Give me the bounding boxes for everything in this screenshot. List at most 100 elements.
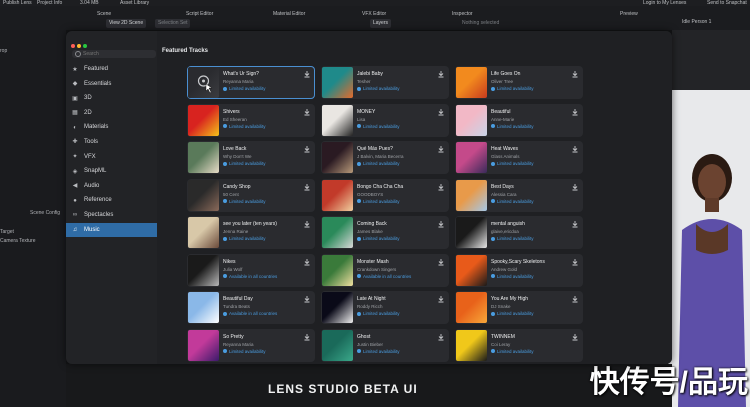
search-input[interactable] bbox=[72, 50, 156, 58]
track-card[interactable]: Coming Back James Blake Limited availabili… bbox=[321, 216, 449, 249]
script-editor-tab[interactable]: Script Editor bbox=[186, 11, 213, 17]
sidebar-item-vfx[interactable]: ✦ VFX bbox=[66, 150, 157, 165]
globe-icon bbox=[357, 274, 361, 278]
track-card[interactable]: TWINNEM Coi Leray Limited availability bbox=[455, 328, 583, 362]
track-artist: Andrew Gold bbox=[491, 266, 518, 272]
resource-item-camera-texture[interactable]: Camera Texture bbox=[0, 238, 35, 244]
download-icon[interactable] bbox=[571, 258, 579, 266]
track-title: Best Days bbox=[491, 183, 514, 190]
track-card[interactable]: Qué Más Pues? J Balvin, Maria Becerra Limi… bbox=[321, 141, 449, 174]
download-icon[interactable] bbox=[571, 333, 579, 341]
materials-icon: ◐ bbox=[73, 124, 77, 131]
track-card[interactable]: Monster Mash Crankdown Singers Available i… bbox=[321, 253, 449, 287]
download-icon[interactable] bbox=[437, 333, 445, 341]
download-icon[interactable] bbox=[571, 183, 579, 191]
sidebar-item-featured[interactable]: ★ Featured bbox=[66, 62, 157, 77]
track-card[interactable]: MONEY Lisa Limited availability bbox=[321, 103, 449, 137]
availability-status: Limited availability bbox=[223, 199, 266, 204]
sidebar-item-materials[interactable]: ◐ Materials bbox=[66, 120, 157, 135]
objects-panel: rop Scene Config Target Camera Texture bbox=[0, 30, 66, 407]
download-icon[interactable] bbox=[437, 145, 445, 153]
track-title: Late At Night bbox=[357, 296, 386, 302]
availability-label: Limited availability bbox=[497, 86, 534, 91]
sidebar-item-music[interactable]: ♫ Music bbox=[66, 222, 157, 238]
album-art bbox=[188, 329, 219, 361]
download-icon[interactable] bbox=[437, 183, 445, 191]
resource-item-target[interactable]: Target bbox=[0, 229, 14, 235]
track-card[interactable]: Ghost Justin Bieber Limited availability bbox=[321, 328, 449, 362]
sidebar-item-3d[interactable]: ▣ 3D bbox=[66, 91, 157, 106]
minimize-window-icon[interactable] bbox=[77, 44, 81, 48]
track-card[interactable]: Love Back Why Don't We Limited availabilit… bbox=[187, 141, 315, 174]
download-icon[interactable] bbox=[303, 220, 311, 228]
sidebar-item-essentials[interactable]: ◆ Essentials bbox=[66, 77, 157, 92]
track-card[interactable]: Bongo Cha Cha Cha GOODBOYS Limited availab… bbox=[321, 178, 449, 212]
sidebar-item-snapml[interactable]: ◈ SnapML bbox=[66, 164, 157, 179]
download-icon[interactable] bbox=[571, 145, 579, 153]
sidebar-item-spectacles[interactable]: ∞ Spectacles bbox=[66, 208, 157, 223]
track-title: Nikes bbox=[223, 258, 236, 265]
track-artist: Ed Sheeran bbox=[223, 116, 247, 122]
asset-library-window: ★ Featured ◆ Essentials ▣ 3D ▦ 2D ◐ Materials ✚ Too… bbox=[66, 31, 672, 364]
availability-label: Limited availability bbox=[363, 86, 400, 91]
close-window-icon[interactable] bbox=[71, 44, 75, 48]
track-card[interactable]: Late At Night Roddy Ricch Limited availabi… bbox=[321, 291, 449, 324]
track-card[interactable]: Beautiful Anne-Marie Limited availability bbox=[455, 103, 583, 137]
download-icon[interactable] bbox=[437, 70, 445, 78]
vfx-editor-tab[interactable]: VFX Editor bbox=[362, 11, 386, 17]
track-card[interactable]: You Are My High DJ Snake Limited availabil… bbox=[455, 291, 583, 324]
maximize-window-icon[interactable] bbox=[83, 44, 87, 48]
idle-person-select[interactable]: Idle Person 1 bbox=[682, 19, 711, 25]
track-card[interactable]: So Pretty Reyanna Maria Limited availabili… bbox=[187, 328, 315, 362]
scene-panel-title: Scene bbox=[97, 11, 112, 17]
material-editor-tab[interactable]: Material Editor bbox=[273, 11, 305, 17]
download-icon[interactable] bbox=[571, 220, 579, 228]
sidebar-item-reference[interactable]: ● Reference bbox=[66, 193, 157, 208]
download-icon[interactable] bbox=[303, 145, 311, 153]
download-icon[interactable] bbox=[437, 295, 445, 303]
download-icon[interactable] bbox=[303, 258, 311, 266]
download-icon[interactable] bbox=[437, 108, 445, 116]
album-art bbox=[456, 67, 487, 98]
track-card[interactable]: Nikes Julia Wolf Available in all countrie… bbox=[187, 253, 315, 287]
download-icon[interactable] bbox=[303, 70, 311, 78]
album-art bbox=[322, 67, 353, 98]
download-icon[interactable] bbox=[303, 183, 311, 191]
scene-config-tab[interactable]: Scene Config bbox=[30, 210, 60, 216]
track-card[interactable]: see you later (ten years) Jenna Raine Limi… bbox=[187, 216, 315, 249]
view-2d-scene-button[interactable]: View 2D Scene bbox=[106, 19, 147, 28]
track-card[interactable]: mental anguish glaive,ericdoa Limited avai… bbox=[455, 216, 583, 249]
download-icon[interactable] bbox=[571, 108, 579, 116]
track-card[interactable]: Shivers Ed Sheeran Limited availability bbox=[187, 103, 315, 137]
download-icon[interactable] bbox=[571, 70, 579, 78]
album-art bbox=[456, 292, 487, 323]
track-title: You Are My High bbox=[491, 296, 529, 302]
sidebar-item-label: SnapML bbox=[84, 168, 107, 175]
track-card[interactable]: What's Ur Sign? Reyanna Maria Limited avai… bbox=[187, 66, 315, 99]
album-art bbox=[322, 217, 353, 248]
sidebar-item-2d[interactable]: ▦ 2D bbox=[66, 106, 157, 121]
track-card[interactable]: Best Days Alessia Cara Limited availabilit… bbox=[455, 178, 583, 212]
availability-status: Available in all countries bbox=[223, 311, 277, 316]
objects-item[interactable]: rop bbox=[0, 48, 7, 54]
nothing-selected-text: Nothing selected bbox=[462, 20, 500, 26]
track-card[interactable]: Life Goes On Oliver Tree Limited availabil… bbox=[455, 66, 583, 99]
sidebar-item-audio[interactable]: ◀ Audio bbox=[66, 179, 157, 194]
download-icon[interactable] bbox=[303, 333, 311, 341]
track-card[interactable]: Jalebi Baby Tesher Limited availability bbox=[321, 66, 449, 99]
track-artist: Glass Animals bbox=[491, 154, 520, 159]
track-card[interactable]: Heat Waves Glass Animals Limited availabil… bbox=[455, 141, 583, 174]
track-card[interactable]: Candy Shop 50 Cent Limited availability bbox=[187, 178, 315, 212]
download-icon[interactable] bbox=[303, 108, 311, 116]
track-card[interactable]: Beautiful Day Tundra Beats Available in al… bbox=[187, 291, 315, 324]
sidebar-item-tools[interactable]: ✚ Tools bbox=[66, 135, 157, 150]
track-card[interactable]: Spooky,Scary Skeletons Andrew Gold Limited… bbox=[455, 253, 583, 287]
download-icon[interactable] bbox=[437, 258, 445, 266]
album-art bbox=[322, 329, 353, 361]
download-icon[interactable] bbox=[303, 295, 311, 303]
layers-dropdown[interactable]: Layers bbox=[370, 19, 392, 28]
download-icon[interactable] bbox=[571, 295, 579, 303]
track-artist: GOODBOYS bbox=[357, 191, 384, 197]
selection-set-field[interactable]: Selection Set bbox=[155, 19, 191, 28]
download-icon[interactable] bbox=[437, 220, 445, 228]
